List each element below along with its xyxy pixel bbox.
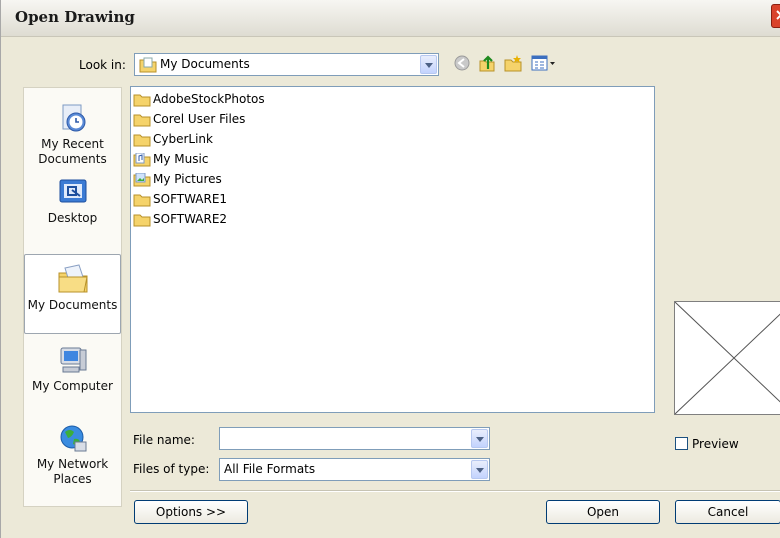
place-my-network-places[interactable]: My Network Places	[24, 422, 121, 487]
open-button[interactable]: Open	[546, 500, 660, 524]
preview-checkbox[interactable]	[675, 437, 688, 450]
list-item[interactable]: Corel User Files	[133, 110, 245, 128]
chevron-down-icon[interactable]	[471, 429, 488, 448]
place-my-documents[interactable]: My Documents	[24, 254, 121, 334]
list-item[interactable]: SOFTWARE2	[133, 210, 227, 228]
file-list[interactable]: AdobeStockPhotos Corel User Files CyberL…	[130, 86, 655, 413]
no-preview-icon	[674, 301, 780, 415]
folder-icon	[133, 114, 151, 126]
places-bar: My Recent Documents Desktop My Documents	[23, 87, 122, 507]
file-name-text: Corel User Files	[153, 112, 246, 126]
desktop-icon	[59, 179, 86, 203]
list-item[interactable]: My Pictures	[133, 170, 222, 188]
file-name-text: SOFTWARE1	[153, 192, 228, 206]
place-desktop[interactable]: Desktop	[24, 176, 121, 226]
options-button[interactable]: Options >>	[134, 500, 248, 524]
folder-icon	[133, 134, 151, 146]
back-icon[interactable]	[453, 54, 471, 72]
open-drawing-dialog: Open Drawing Look in: My Documents My Re…	[0, 0, 780, 538]
files-of-type-label: Files of type:	[133, 462, 210, 476]
files-of-type-select[interactable]: All File Formats	[219, 458, 490, 481]
place-label: My Computer	[32, 379, 113, 393]
window-title: Open Drawing	[15, 8, 135, 26]
my-documents-icon	[58, 264, 88, 293]
folder-icon	[133, 94, 151, 106]
list-item[interactable]: SOFTWARE1	[133, 190, 227, 208]
chevron-down-icon[interactable]	[420, 55, 437, 74]
my-documents-small-icon	[139, 57, 157, 73]
close-button[interactable]	[771, 4, 780, 28]
file-name-label: File name:	[133, 433, 195, 447]
preview-pane	[674, 301, 780, 415]
place-label: My Network Places	[36, 457, 109, 486]
look-in-value: My Documents	[160, 57, 250, 71]
separator	[130, 490, 780, 492]
files-of-type-value: All File Formats	[224, 462, 316, 476]
list-item[interactable]: AdobeStockPhotos	[133, 90, 265, 108]
place-my-recent-documents[interactable]: My Recent Documents	[24, 102, 121, 167]
new-folder-icon[interactable]	[504, 54, 522, 72]
my-computer-icon	[60, 347, 86, 373]
folder-icon	[133, 194, 151, 206]
file-name-text: CyberLink	[153, 132, 213, 146]
pictures-folder-icon	[133, 172, 151, 186]
music-folder-icon	[133, 152, 151, 166]
look-in-select[interactable]: My Documents	[134, 53, 439, 76]
folder-icon	[133, 214, 151, 226]
title-bar[interactable]: Open Drawing	[1, 0, 780, 37]
place-label: Desktop	[47, 211, 98, 225]
list-item[interactable]: CyberLink	[133, 130, 213, 148]
file-name-text: AdobeStockPhotos	[153, 92, 265, 106]
preview-label: Preview	[692, 437, 739, 451]
file-name-text: My Pictures	[153, 172, 222, 186]
cancel-button[interactable]: Cancel	[675, 500, 780, 524]
chevron-down-icon[interactable]	[471, 460, 488, 479]
file-name-text: My Music	[153, 152, 209, 166]
place-label: My Recent Documents	[38, 137, 107, 166]
file-name-input[interactable]	[219, 427, 490, 450]
list-item[interactable]: My Music	[133, 150, 208, 168]
recent-documents-icon	[62, 104, 85, 132]
close-icon	[776, 10, 780, 20]
network-places-icon	[60, 425, 86, 452]
file-name-text: SOFTWARE2	[153, 212, 228, 226]
view-menu-icon[interactable]	[531, 54, 557, 72]
place-label: My Documents	[27, 298, 118, 312]
up-one-level-icon[interactable]	[478, 54, 496, 72]
look-in-label: Look in:	[79, 58, 126, 72]
place-my-computer[interactable]: My Computer	[24, 344, 121, 394]
